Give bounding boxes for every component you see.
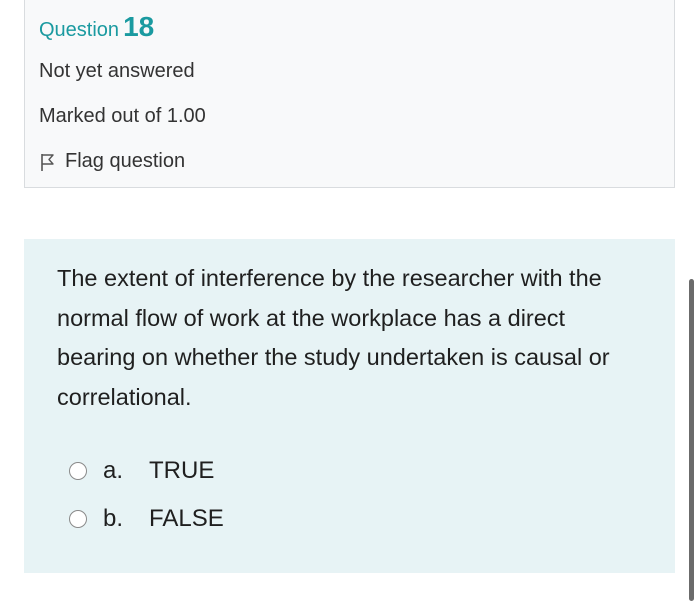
- flag-question-label: Flag question: [65, 150, 186, 172]
- question-content: The extent of interference by the resear…: [24, 239, 675, 573]
- question-text: The extent of interference by the resear…: [57, 265, 610, 410]
- radio-button-a[interactable]: [69, 462, 87, 480]
- answer-label-b: FALSE: [149, 505, 224, 532]
- answer-label-a: TRUE: [149, 457, 215, 484]
- flag-icon: [39, 152, 57, 172]
- question-title: Question 18: [39, 11, 154, 43]
- question-grade: Marked out of 1.00: [39, 105, 206, 127]
- answer-letter-b: b.: [103, 505, 124, 532]
- question-info-panel: Question 18 Not yet answered Marked out o…: [24, 0, 675, 188]
- radio-button-b[interactable]: [69, 510, 87, 528]
- flag-question-link[interactable]: Flag question: [39, 150, 185, 173]
- question-label: Question: [39, 19, 120, 41]
- answer-option-b[interactable]: b. FALSE: [69, 505, 224, 533]
- answer-option-a[interactable]: a. TRUE: [69, 457, 214, 485]
- answer-letter-a: a.: [103, 457, 124, 484]
- scrollbar-thumb[interactable]: [689, 279, 694, 601]
- question-number: 18: [123, 11, 155, 42]
- question-state: Not yet answered: [39, 60, 195, 82]
